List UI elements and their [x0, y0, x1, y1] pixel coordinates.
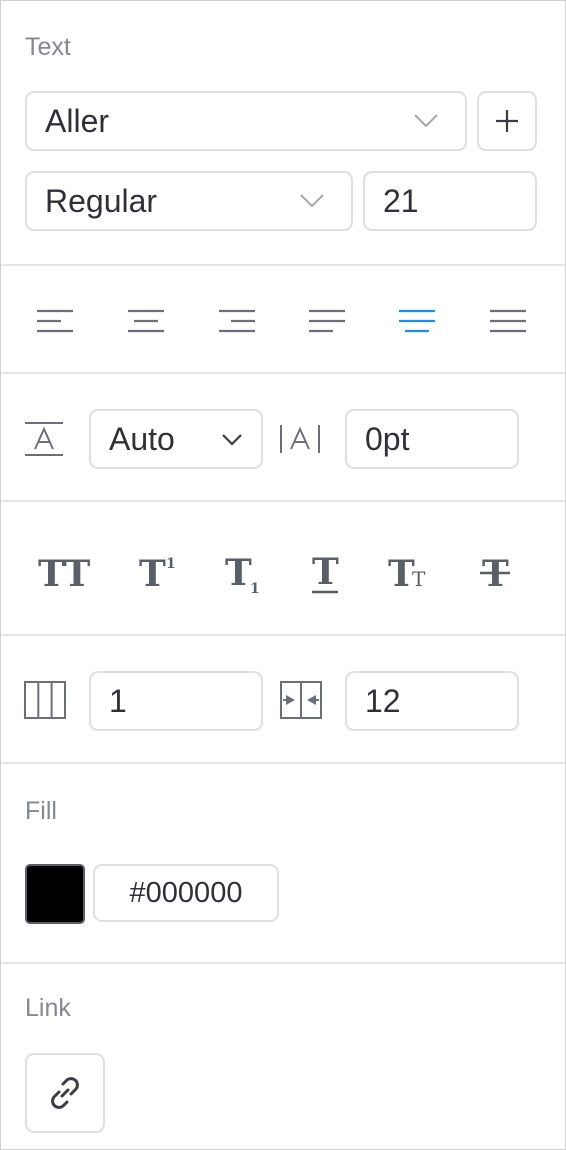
column-gutter-value: 12: [365, 682, 401, 719]
font-size-value: 21: [383, 182, 419, 219]
font-style-value: Regular: [45, 182, 158, 219]
spacing-section: Auto 0pt: [1, 374, 565, 502]
strikethrough-icon: T: [480, 554, 510, 590]
line-height-value: Auto: [109, 420, 175, 457]
link-icon: [51, 1077, 79, 1109]
uppercase-button[interactable]: TT: [37, 550, 97, 594]
justify-center-icon: [399, 309, 435, 333]
superscript-button[interactable]: T 1: [137, 550, 181, 594]
letter-spacing-icon: [280, 425, 320, 453]
align-center-button[interactable]: [126, 306, 166, 336]
svg-text:T: T: [312, 552, 339, 593]
column-gutter-icon-wrap: [279, 680, 323, 720]
justify-left-icon: [309, 309, 345, 333]
svg-text:1: 1: [166, 556, 176, 572]
justify-all-icon: [490, 309, 526, 333]
text-properties-panel: Text Aller Regular 21 Auto 0pt TT T 1 T …: [0, 0, 566, 1150]
column-gutter-input[interactable]: 12: [345, 671, 519, 731]
underline-button[interactable]: T: [305, 550, 345, 598]
font-size-input[interactable]: 21: [363, 171, 537, 231]
text-heading: Text: [25, 33, 71, 61]
strikethrough-button[interactable]: T: [475, 550, 515, 594]
chevron-down-icon: [222, 434, 242, 446]
subscript-icon: T 1: [225, 553, 260, 595]
small-caps-button[interactable]: T T: [387, 550, 435, 594]
align-center-icon: [128, 309, 164, 333]
column-count-input[interactable]: 1: [89, 671, 263, 731]
subscript-button[interactable]: T 1: [223, 550, 267, 598]
font-family-value: Aller: [45, 102, 110, 139]
align-left-button[interactable]: [35, 306, 75, 336]
justify-center-button[interactable]: [397, 306, 437, 336]
text-style-section: TT T 1 T 1 T T T T: [1, 502, 565, 636]
columns-icon: [24, 681, 66, 719]
line-height-icon-wrap: [23, 420, 65, 458]
fill-hex-value: #000000: [129, 876, 243, 909]
alignment-section: [1, 266, 565, 374]
letter-spacing-input[interactable]: 0pt: [345, 409, 519, 469]
column-gutter-icon: [280, 681, 322, 719]
letter-spacing-icon-wrap: [278, 420, 322, 458]
svg-text:T: T: [412, 567, 426, 590]
fill-hex-input[interactable]: #000000: [93, 864, 279, 922]
small-caps-icon: T T: [388, 554, 426, 590]
link-heading: Link: [25, 994, 71, 1022]
font-style-select[interactable]: Regular: [25, 171, 353, 231]
text-section: Text Aller Regular 21: [1, 1, 565, 266]
svg-text:1: 1: [250, 581, 260, 595]
align-right-button[interactable]: [217, 306, 257, 336]
fill-color-swatch[interactable]: [25, 864, 85, 924]
justify-left-button[interactable]: [307, 306, 347, 336]
svg-text:T: T: [225, 553, 252, 594]
add-font-button[interactable]: [477, 91, 537, 151]
svg-text:T: T: [388, 554, 415, 590]
line-height-select[interactable]: Auto: [89, 409, 263, 469]
columns-section: 1 12: [1, 636, 565, 764]
justify-all-button[interactable]: [488, 306, 528, 336]
font-family-select[interactable]: Aller: [25, 91, 467, 151]
underline-icon: T: [312, 552, 339, 594]
fill-heading: Fill: [25, 797, 57, 825]
chevron-down-icon: [300, 194, 324, 208]
superscript-icon: T 1: [139, 554, 176, 590]
columns-icon-wrap: [23, 680, 67, 720]
line-height-icon: [25, 422, 63, 456]
chevron-down-icon: [414, 114, 438, 128]
svg-text:T: T: [139, 554, 166, 590]
fill-section: Fill #000000: [1, 764, 565, 964]
align-left-icon: [37, 309, 73, 333]
svg-text:TT: TT: [38, 554, 91, 590]
plus-icon: [496, 110, 518, 132]
letter-spacing-value: 0pt: [365, 420, 410, 457]
link-button[interactable]: [25, 1053, 105, 1133]
uppercase-icon: TT: [38, 554, 91, 590]
link-section: Link: [1, 964, 565, 1149]
column-count-value: 1: [109, 682, 127, 719]
align-right-icon: [219, 309, 255, 333]
